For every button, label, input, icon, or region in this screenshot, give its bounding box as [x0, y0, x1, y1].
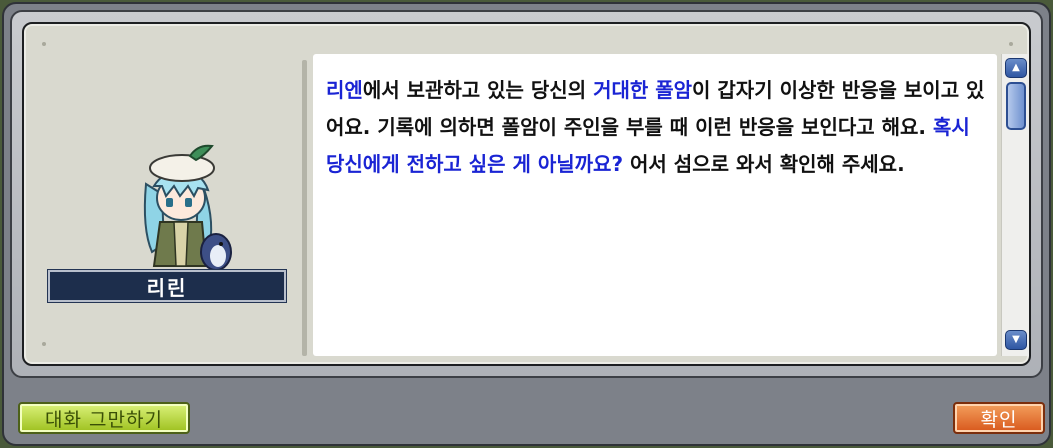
end-chat-button[interactable]: 대화 그만하기	[18, 402, 190, 434]
npc-name-plate: 리린	[47, 269, 287, 303]
dialog-scrollbar[interactable]: ▲ ▼	[1001, 54, 1029, 356]
dialog-text-box: 리엔에서 보관하고 있는 당신의 거대한 폴암이 갑자기 이상한 반응을 보이고…	[313, 54, 997, 356]
scroll-up-icon[interactable]: ▲	[1005, 58, 1027, 78]
dialog-panel: 리린 리엔에서 보관하고 있는 당신의 거대한 폴암이 갑자기 이상한 반응을 …	[22, 22, 1031, 366]
dialog-frame: 리린 리엔에서 보관하고 있는 당신의 거대한 폴암이 갑자기 이상한 반응을 …	[10, 10, 1043, 378]
panel-rivet	[1009, 42, 1013, 46]
dialog-highlight-text: 거대한 폴암	[593, 78, 693, 102]
panel-rivet	[42, 342, 46, 346]
dialog-text: 리엔에서 보관하고 있는 당신의 거대한 폴암이 갑자기 이상한 반응을 보이고…	[326, 72, 986, 183]
scroll-thumb[interactable]	[1006, 82, 1026, 130]
dialog-plain-text: 에서 보관하고 있는 당신의	[362, 78, 594, 102]
ok-button[interactable]: 확인	[953, 402, 1045, 434]
npc-portrait-icon	[143, 144, 232, 271]
npc-dialog-window: 리린 리엔에서 보관하고 있는 당신의 거대한 폴암이 갑자기 이상한 반응을 …	[2, 2, 1051, 446]
dialog-plain-text: 어서 섬으로 와서 확인해 주세요.	[623, 152, 905, 176]
scroll-down-icon[interactable]: ▼	[1005, 330, 1027, 350]
panel-divider	[302, 60, 307, 356]
panel-rivet	[42, 42, 46, 46]
dialog-highlight-text: 리엔	[326, 78, 363, 102]
